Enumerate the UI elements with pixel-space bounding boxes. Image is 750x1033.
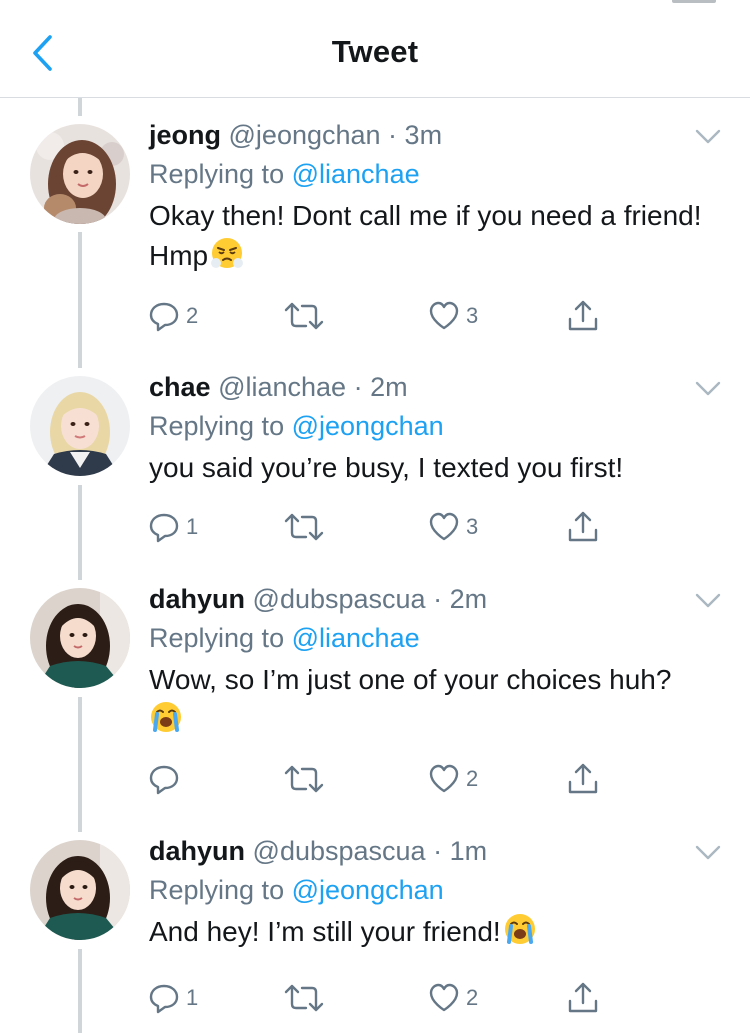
like-icon [429, 983, 459, 1012]
tweet[interactable]: dahyun @dubspascua · 2m Replying to @lia… [0, 464, 750, 795]
user-handle[interactable]: @lianchae [218, 372, 346, 402]
user-handle[interactable]: @jeongchan [229, 120, 381, 150]
mention-link[interactable]: @lianchae [292, 159, 420, 189]
replying-prefix: Replying to [149, 159, 285, 189]
share-button[interactable] [566, 978, 600, 1018]
avatar[interactable] [30, 588, 130, 688]
timestamp: 2m [449, 584, 488, 614]
like-count: 2 [466, 985, 479, 1010]
avatar[interactable] [30, 124, 130, 224]
replying-prefix: Replying to [149, 875, 285, 905]
separator-dot: · [425, 836, 450, 866]
tweet[interactable]: jeong @jeongchan · 3m Replying to @lianc… [0, 0, 750, 332]
caret-down-icon[interactable] [694, 592, 722, 610]
reply-button[interactable]: 1 [148, 978, 198, 1018]
timestamp: 2m [370, 372, 408, 402]
display-name[interactable]: jeong [149, 120, 221, 150]
retweet-button[interactable] [284, 978, 330, 1018]
caret-down-icon[interactable] [694, 844, 722, 862]
reply-count: 1 [186, 985, 199, 1010]
tweet-text: And hey! I’m still your friend! [149, 912, 730, 952]
separator-dot: · [380, 120, 405, 150]
tweet-meta: chae @lianchae · 2m [149, 370, 730, 404]
tweet-actions: 1 2 [148, 978, 608, 1018]
timestamp: 1m [449, 836, 488, 866]
tweet-meta: dahyun @dubspascua · 1m [149, 834, 730, 868]
mention-link[interactable]: @lianchae [292, 623, 420, 653]
like-button[interactable]: 2 [428, 978, 478, 1018]
separator-dot: · [346, 372, 371, 402]
display-name[interactable]: dahyun [149, 836, 245, 866]
reply-icon [149, 984, 179, 1014]
caret-down-icon[interactable] [694, 128, 722, 146]
separator-dot: · [425, 584, 450, 614]
loudly-crying-emoji [504, 914, 535, 944]
tweet[interactable]: dahyun @dubspascua · 1m Replying to @jeo… [0, 716, 750, 1014]
display-name[interactable]: dahyun [149, 584, 245, 614]
tweet-meta: dahyun @dubspascua · 2m [149, 582, 730, 616]
tweet-body: And hey! I’m still your friend! [149, 916, 501, 947]
share-icon [568, 982, 598, 1013]
replying-to: Replying to @lianchae [149, 621, 730, 655]
retweet-icon [284, 984, 324, 1012]
tweet-meta: jeong @jeongchan · 3m [149, 118, 730, 152]
user-handle[interactable]: @dubspascua [253, 584, 426, 614]
replying-to: Replying to @jeongchan [149, 409, 730, 443]
caret-down-icon[interactable] [694, 380, 722, 398]
mention-link[interactable]: @jeongchan [292, 411, 444, 441]
tweet-body: Wow, so I’m just one of your choices huh… [149, 664, 672, 695]
user-handle[interactable]: @dubspascua [253, 836, 426, 866]
replying-to: Replying to @jeongchan [149, 873, 730, 907]
replying-prefix: Replying to [149, 623, 285, 653]
avatar[interactable] [30, 376, 130, 476]
display-name[interactable]: chae [149, 372, 211, 402]
replying-prefix: Replying to [149, 411, 285, 441]
replying-to: Replying to @lianchae [149, 157, 730, 191]
timestamp: 3m [404, 120, 443, 150]
mention-link[interactable]: @jeongchan [292, 875, 444, 905]
avatar[interactable] [30, 840, 130, 940]
